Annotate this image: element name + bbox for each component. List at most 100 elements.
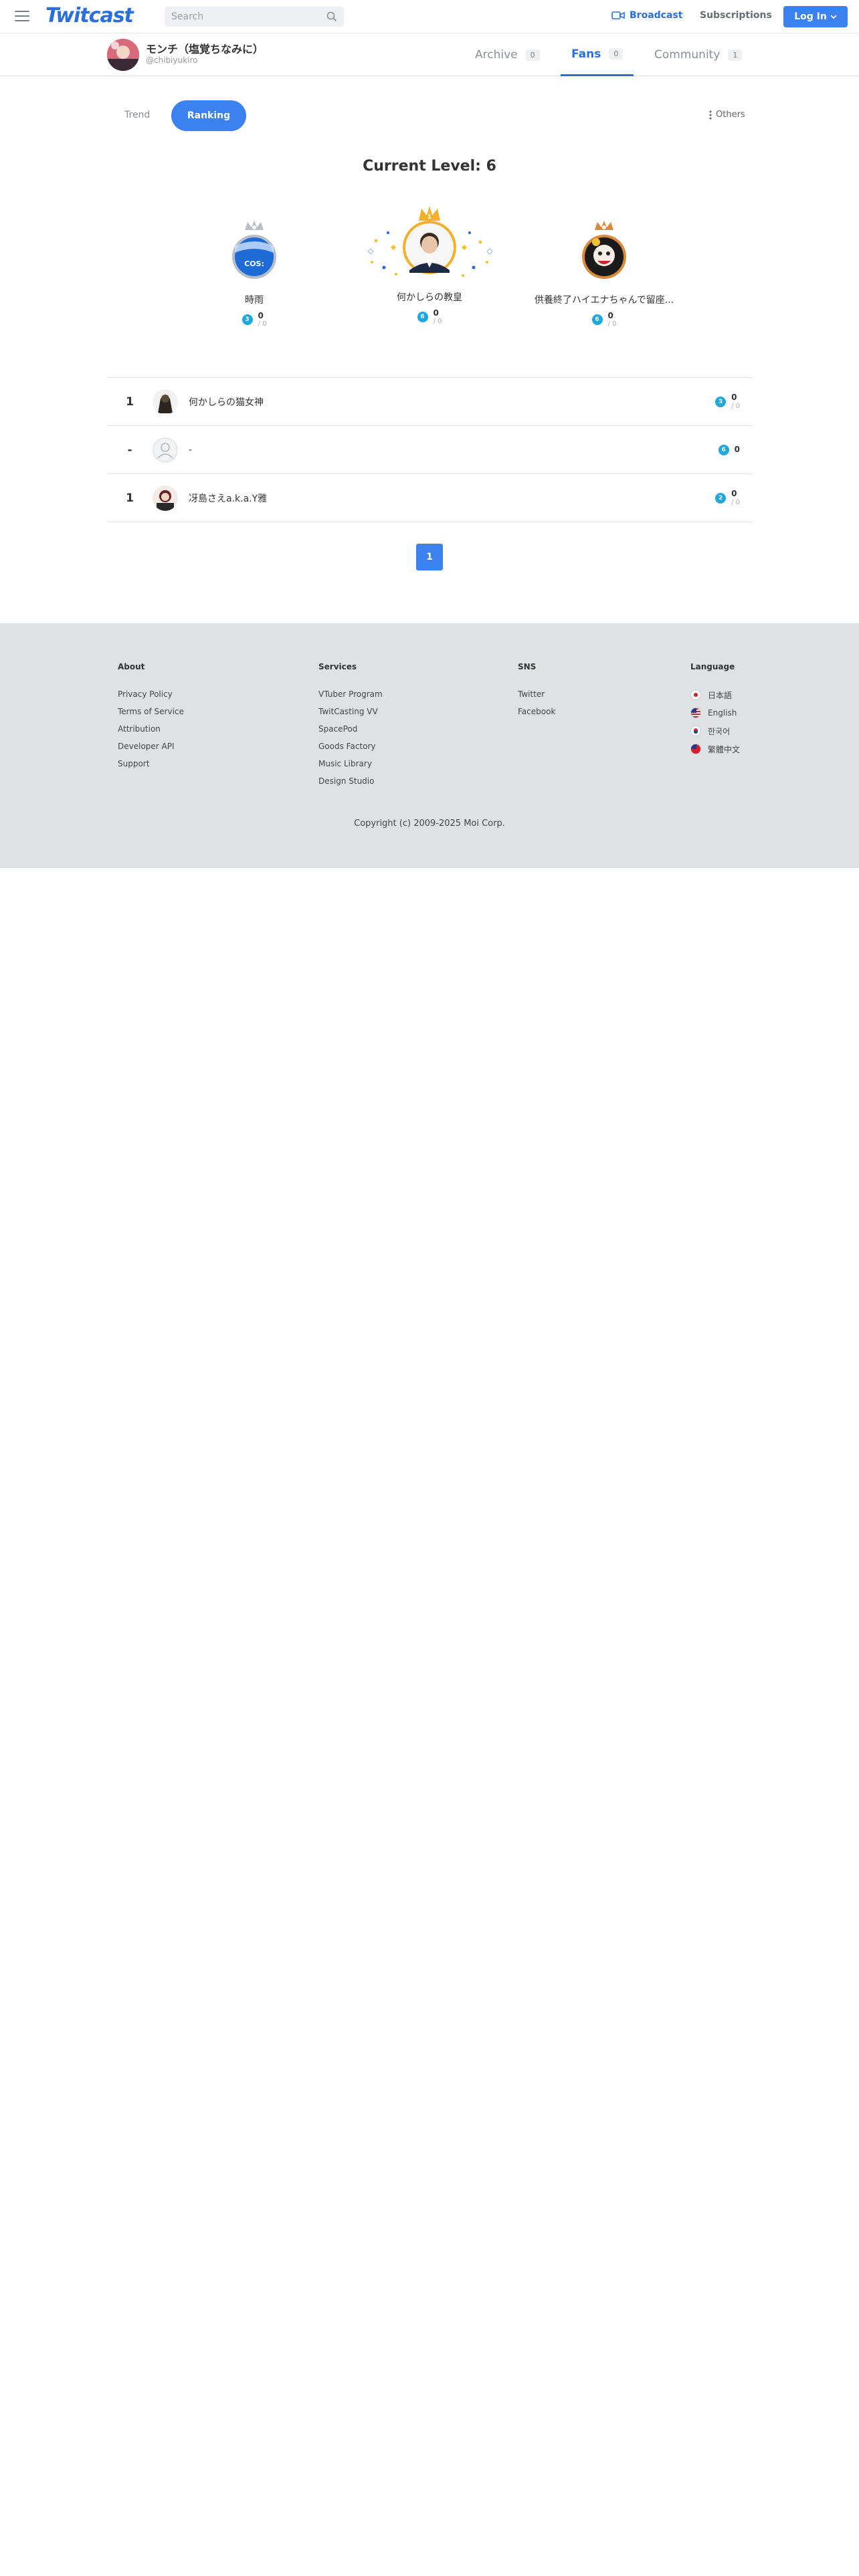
user-handle: @chibiyukiro [146,56,198,65]
others-label: Others [716,110,745,120]
search-icon[interactable] [326,11,337,22]
footer: About Privacy Policy Terms of Service At… [0,623,859,868]
footer-link[interactable]: Privacy Policy [118,690,184,699]
video-camera-icon [611,11,625,19]
top-navbar: Twitcast Broadcast Subscriptions Log In [0,0,859,33]
ranking-avatar[interactable] [153,389,178,415]
footer-link[interactable]: Support [118,760,184,768]
chevron-down-icon [830,14,837,19]
subscriptions-link[interactable]: Subscriptions [700,10,772,21]
footer-link[interactable]: Terms of Service [118,708,184,716]
rank-number: - [127,443,132,457]
us-flag-icon [690,708,701,718]
tab-count-badge: 0 [525,49,540,61]
language-option-zh[interactable]: 繁體中文 [690,744,740,754]
footer-about-column: About Privacy Policy Terms of Service At… [118,662,184,777]
stat-sub: / 0 [607,320,617,328]
more-vertical-icon [709,110,712,119]
user-name[interactable]: モンチ（塩覚​ちなみに） [146,40,264,56]
tab-archive[interactable]: Archive 0 [475,33,540,76]
language-option-ja[interactable]: 日本語 [690,689,740,700]
current-level-title: Current Level: 6 [363,158,496,175]
broadcast-button[interactable]: Broadcast [611,10,682,21]
footer-heading: Services [318,662,357,671]
podium-stat: 3 0 / 0 [187,311,321,328]
podium-name[interactable]: 時雨 [187,293,321,306]
podium-second: COS: 時雨 3 0 / 0 [187,219,321,328]
footer-link[interactable]: VTuber Program [318,690,383,699]
footer-link[interactable]: Attribution [118,725,184,734]
ranking-stat: 2 0 / 0 [715,490,740,506]
footer-link[interactable]: Goods Factory [318,742,383,751]
stat-sub: / 0 [433,318,442,326]
japan-flag-icon [690,689,701,700]
podium-third: ​供養終了​ハイエナちゃんで留座... 6 0 / 0 [522,219,686,328]
pagination-page-button[interactable]: 1 [416,544,443,570]
coin-icon: 6 [718,444,729,455]
footer-link-facebook[interactable]: Facebook [518,708,555,716]
stat-sub: / 0 [731,498,740,506]
ranking-row[interactable]: - - 6 0 [107,425,752,473]
footer-heading: About [118,662,145,671]
footer-sns-column: SNS Twitter Facebook [518,662,555,725]
podium-first: 1 何かしらの教皇 6 0 / 0 [356,201,503,325]
ranking-name[interactable]: 何かしらの猫女神 [189,395,715,409]
silver-crown-avatar[interactable]: COS: [227,219,281,284]
ranking-name[interactable]: 冴島さえa.k.a.Y雅 [189,492,715,505]
user-header: モンチ（塩覚​ちなみに） @chibiyukiro Archive 0 Fans… [0,33,859,76]
menu-icon[interactable] [15,11,29,21]
podium-name[interactable]: ​供養終了​ハイエナちゃんで留座... [522,293,686,306]
rank-number: 1 [126,395,134,409]
language-label: English [708,708,737,718]
footer-link[interactable]: SpacePod [318,725,383,734]
ranking-avatar[interactable] [153,485,178,511]
ranking-stat: 3 0 / 0 [715,393,740,410]
user-avatar[interactable] [107,39,139,71]
bronze-crown-avatar[interactable] [577,219,631,284]
search-input[interactable] [165,7,312,27]
footer-link[interactable]: Music Library [318,760,383,768]
login-button[interactable]: Log In [783,6,848,27]
language-option-ko[interactable]: 한국어 [690,726,740,736]
ranking-row[interactable]: 1 冴島さえa.k.a.Y雅 2 0 / 0 [107,473,752,522]
copyright-text: Copyright (c) 2009-2025 Moi Corp. [354,819,505,829]
stat-sub: / 0 [731,402,740,410]
footer-link[interactable]: Developer API [118,742,184,751]
coin-icon: 6 [417,312,428,323]
stat-value: 0 [433,308,439,318]
footer-heading: SNS [518,662,537,671]
site-logo[interactable]: Twitcast [45,4,134,27]
language-label: 한국어 [708,726,731,736]
podium-stat: 6 0 / 0 [522,311,686,328]
rank-number: 1 [126,491,134,505]
footer-heading: Language [690,662,735,671]
login-label: Log In [794,11,827,22]
svg-text:1: 1 [427,214,432,221]
language-option-en[interactable]: English [690,708,740,718]
ranking-row[interactable]: 1 何かしらの猫女神 3 0 / 0 [107,377,752,425]
podium-name[interactable]: 何かしらの教皇 [356,290,503,304]
others-menu[interactable]: Others [709,110,745,120]
tab-count-badge: 1 [728,49,743,61]
gold-crown-avatar[interactable]: 1 [356,201,503,288]
stat-value: 0 [731,489,737,499]
ranking-name[interactable]: - [189,445,719,455]
footer-link[interactable]: TwitCasting VV [318,708,383,716]
subtab-ranking[interactable]: Ranking [171,100,246,131]
broadcast-label: Broadcast [630,10,683,21]
subtab-trend[interactable]: Trend [124,110,150,120]
language-label: 繁體中文 [708,744,741,754]
tab-count-badge: 0 [609,48,624,60]
coin-icon: 3 [715,396,727,407]
tab-label: Community [654,48,721,62]
tab-fans[interactable]: Fans 0 [561,33,634,76]
footer-link[interactable]: Design Studio [318,777,383,786]
search-box [165,7,344,27]
coin-icon: 6 [591,314,603,326]
tab-community[interactable]: Community 1 [654,33,743,76]
footer-link-twitter[interactable]: Twitter [518,690,555,699]
coin-icon: 2 [715,492,727,504]
stat-value: 0 [258,311,264,320]
default-avatar-icon[interactable] [153,437,178,463]
ranking-stat: 6 0 [718,444,740,455]
